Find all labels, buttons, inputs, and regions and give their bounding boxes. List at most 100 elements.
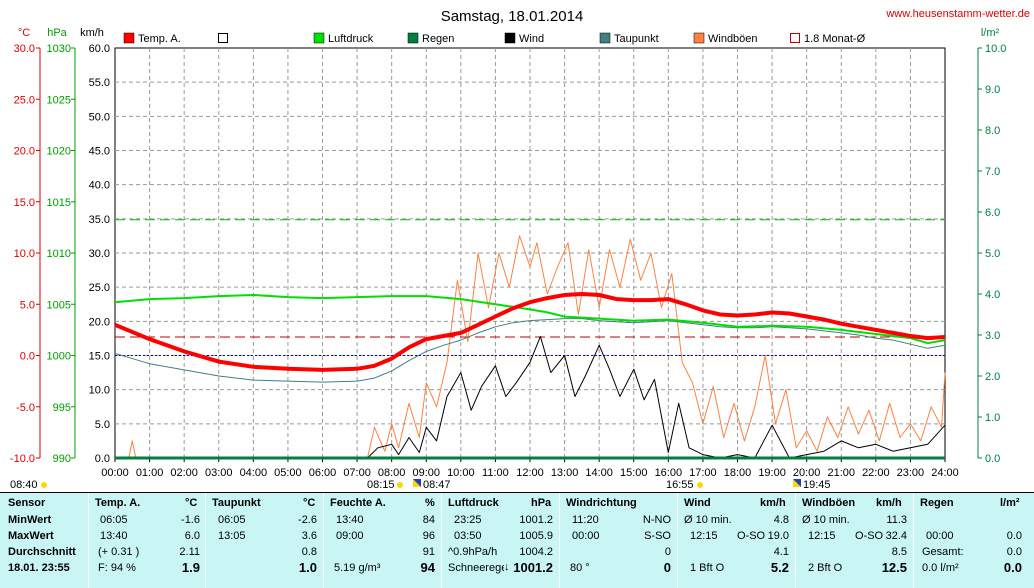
wind-tick-label: 60.0 — [89, 43, 110, 55]
x-tick-label: 11:00 — [482, 467, 509, 479]
wind-max-time: 12:15 — [690, 530, 718, 542]
header-wind: Wind — [684, 497, 711, 509]
x-tick-label: 19:00 — [758, 467, 786, 479]
hum-avg: 91 — [422, 546, 435, 558]
dew-max: 3.6 — [301, 530, 317, 542]
hum-max-time: 09:00 — [336, 530, 364, 542]
x-tick-label: 18:00 — [724, 467, 752, 479]
wind-foot-note: 1 Bft O — [690, 562, 725, 574]
x-tick-label: 21:00 — [827, 467, 855, 479]
x-tick-label: 16:00 — [655, 467, 683, 479]
temp-min-time: 06:05 — [100, 514, 128, 526]
temp-tick-label: 10.0 — [14, 248, 35, 260]
x-tick-label: 22:00 — [862, 467, 890, 479]
dir-max: S-SO — [644, 530, 671, 542]
x-tick-label: 09:00 — [412, 467, 440, 479]
legend-swatch — [218, 33, 228, 43]
temp-tick-label: -10.0 — [10, 453, 35, 465]
rain-tick-label: 8.0 — [985, 125, 1000, 137]
legend-swatch — [790, 33, 800, 43]
x-tick-label: 14:00 — [585, 467, 613, 479]
rain-tick-label: 3.0 — [985, 330, 1000, 342]
dew-avg: 0.8 — [301, 546, 317, 558]
temp-now: 1.9 — [181, 560, 200, 575]
dir-max-time: 00:00 — [572, 530, 600, 542]
wind-tick-label: 50.0 — [89, 111, 110, 123]
dir-foot-note: 80 ° — [570, 562, 590, 574]
gust-min-label: Ø 10 min. — [802, 514, 850, 526]
x-tick-label: 20:00 — [793, 467, 821, 479]
temp-max-time: 13:40 — [100, 530, 128, 542]
temp-avg-note: (+ 0.31 ) — [98, 546, 140, 558]
dir-now: 0 — [663, 560, 671, 575]
wind-tick-label: 55.0 — [89, 77, 110, 89]
wind-tick-label: 45.0 — [89, 146, 110, 158]
header-press: Luftdruck — [448, 497, 499, 509]
dir-avg: 0 — [664, 546, 671, 558]
x-tick-label: 10:00 — [447, 467, 475, 479]
press-min: 1001.2 — [519, 514, 553, 526]
x-tick-label: 01:00 — [136, 467, 164, 479]
hum-foot-note: 5.19 g/m³ — [334, 562, 381, 574]
temp-tick-label: -5.0 — [16, 402, 35, 414]
dew-now: 1.0 — [298, 560, 317, 575]
row-label-min: MinWert — [8, 514, 52, 526]
rain-tick-label: 6.0 — [985, 207, 1000, 219]
header-rain: Regen — [920, 497, 954, 509]
x-tick-label: 08:00 — [378, 467, 406, 479]
wind-tick-label: 0.0 — [95, 453, 110, 465]
rain-now: 0.0 — [1003, 560, 1022, 575]
wind-now: 5.2 — [770, 560, 789, 575]
x-tick-label: 24:00 — [931, 467, 959, 479]
chart-title: Samstag, 18.01.2014 — [441, 8, 584, 25]
press-foot-note: Schneeregen — [448, 562, 504, 574]
rain-tick-label: 9.0 — [985, 84, 1000, 96]
temp-tick-label: 15.0 — [14, 197, 35, 209]
legend-label: Wind — [519, 33, 544, 45]
pressure-tick-label: 1005 — [47, 299, 71, 311]
header-gust: Windböen — [802, 497, 856, 509]
gust-foot-note: 2 Bft O — [808, 562, 843, 574]
rain-tick-label: 4.0 — [985, 289, 1000, 301]
wind-tick-label: 20.0 — [89, 316, 110, 328]
x-tick-label: 15:00 — [620, 467, 648, 479]
wind-min-label: Ø 10 min. — [684, 514, 732, 526]
wind-tick-label: 40.0 — [89, 180, 110, 192]
rain-tick-label: 2.0 — [985, 371, 1000, 383]
temp-min: -1.6 — [181, 514, 200, 526]
pressure-tick-label: 1025 — [47, 94, 71, 106]
header-wind-unit: km/h — [760, 497, 786, 509]
stats-table: Sensor MinWert MaxWert Durchschnitt 18.0… — [0, 492, 1034, 588]
wind-tick-label: 5.0 — [95, 419, 110, 431]
press-max-time: 03:50 — [454, 530, 482, 542]
row-label-current: 18.01. 23:55 — [8, 562, 70, 574]
rain-min-time: 00:00 — [926, 530, 954, 542]
legend-swatch — [504, 32, 516, 44]
legend-swatch — [123, 32, 135, 44]
weather-chart: Samstag, 18.01.2014 www.heusenstamm-wett… — [0, 0, 1034, 492]
x-tick-label: 03:00 — [205, 467, 233, 479]
header-sensor: Sensor — [8, 497, 46, 509]
sun-icon — [41, 482, 47, 488]
x-tick-label: 04:00 — [240, 467, 268, 479]
row-label-max: MaxWert — [8, 530, 54, 542]
rain-max-label: Gesamt: — [922, 546, 964, 558]
legend-swatch — [313, 32, 325, 44]
pressure-tick-label: 1030 — [47, 43, 71, 55]
pressure-tick-label: 990 — [53, 453, 71, 465]
dir-min: N-NO — [642, 514, 671, 526]
x-tick-label: 12:00 — [516, 467, 544, 479]
legend-label: Luftdruck — [328, 33, 374, 45]
site-url: www.heusenstamm-wetter.de — [885, 8, 1030, 20]
wind-min: 4.8 — [773, 514, 789, 526]
x-tick-label: 06:00 — [309, 467, 337, 479]
pressure-tick-label: 1020 — [47, 146, 71, 158]
rain-max: 0.0 — [1006, 546, 1022, 558]
rain-unit-label: l/m² — [981, 27, 1000, 39]
hum-now: 94 — [420, 560, 435, 575]
x-tick-label: 00:00 — [101, 467, 129, 479]
legend-label: 1.8 Monat-Ø — [804, 33, 866, 45]
x-tick-label: 23:00 — [897, 467, 925, 479]
wind-tick-label: 30.0 — [89, 248, 110, 260]
wind-max: 19.0 — [767, 530, 789, 542]
